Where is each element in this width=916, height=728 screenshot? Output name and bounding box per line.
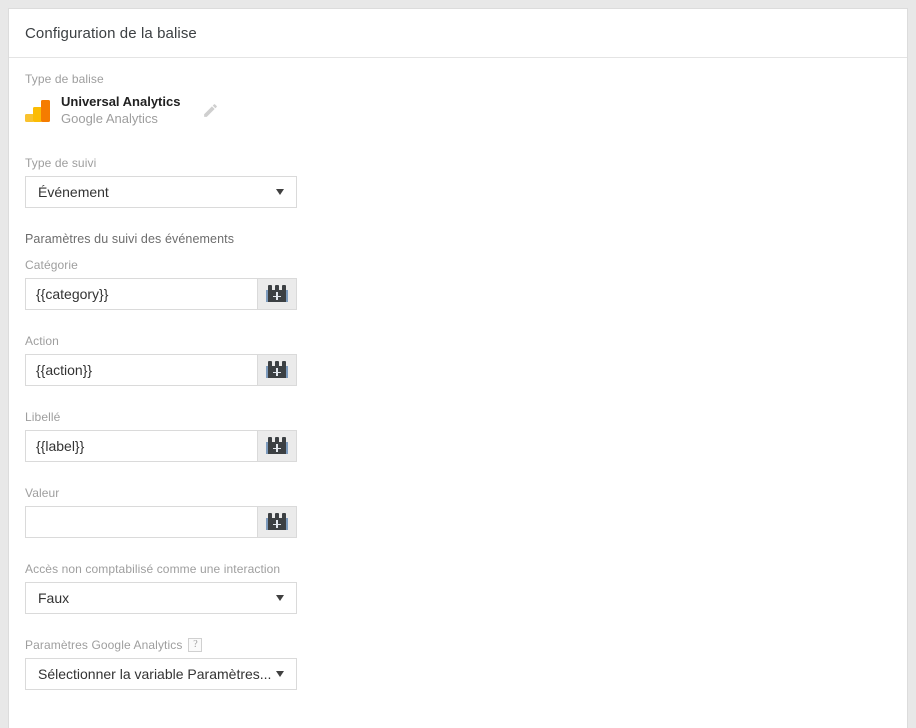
action-field-row xyxy=(25,353,297,386)
google-analytics-icon xyxy=(25,98,51,124)
tag-type-text: Universal Analytics Google Analytics xyxy=(61,94,180,128)
value-field-row xyxy=(25,505,297,538)
chevron-down-icon xyxy=(276,594,284,601)
category-input[interactable] xyxy=(25,277,257,310)
category-field-row xyxy=(25,277,297,310)
label-variable-button[interactable] xyxy=(257,429,297,462)
non-interaction-label: Accès non comptabilisé comme une interac… xyxy=(25,561,281,576)
card-body: Type de balise Universal Analytics Googl… xyxy=(9,58,907,690)
tag-type-vendor: Google Analytics xyxy=(61,110,158,126)
pencil-icon xyxy=(204,104,217,118)
category-field-block: Catégorie xyxy=(25,258,891,310)
ga-settings-label: Paramètres Google Analytics xyxy=(25,637,183,652)
event-params-heading: Paramètres du suivi des événements xyxy=(25,231,235,246)
tracking-type-value: Événement xyxy=(38,183,109,200)
action-input[interactable] xyxy=(25,353,257,386)
value-label: Valeur xyxy=(25,485,60,500)
edit-tag-type-button[interactable] xyxy=(198,99,222,123)
category-label: Catégorie xyxy=(25,257,78,272)
tag-type-row: Universal Analytics Google Analytics xyxy=(25,94,891,128)
non-interaction-value: Faux xyxy=(38,589,70,606)
label-field-row xyxy=(25,429,297,462)
ga-settings-block: Paramètres Google Analytics ? Sélectionn… xyxy=(25,637,891,690)
lego-brick-variable-icon xyxy=(266,513,288,531)
page-title: Configuration de la balise xyxy=(25,24,197,42)
category-variable-button[interactable] xyxy=(257,277,297,310)
action-field-block: Action xyxy=(25,334,891,386)
tracking-type-label: Type de suivi xyxy=(25,155,97,170)
tag-type-name: Universal Analytics xyxy=(61,94,181,109)
non-interaction-select[interactable]: Faux xyxy=(25,581,297,614)
tag-type-section-label: Type de balise xyxy=(25,72,104,86)
lego-brick-variable-icon xyxy=(266,285,288,303)
help-icon[interactable]: ? xyxy=(188,637,203,652)
value-input[interactable] xyxy=(25,505,257,538)
ga-settings-value: Sélectionner la variable Paramètres... xyxy=(38,665,272,682)
chevron-down-icon xyxy=(276,188,284,195)
action-label: Action xyxy=(25,333,59,348)
tag-configuration-card: Configuration de la balise Type de balis… xyxy=(8,8,908,728)
tracking-type-select[interactable]: Événement xyxy=(25,175,297,208)
lego-brick-variable-icon xyxy=(266,437,288,455)
tracking-type-block: Type de suivi Événement xyxy=(25,156,891,208)
value-field-block: Valeur xyxy=(25,486,891,538)
ga-settings-label-row: Paramètres Google Analytics ? xyxy=(25,637,891,652)
value-variable-button[interactable] xyxy=(257,505,297,538)
card-header: Configuration de la balise xyxy=(9,9,907,58)
label-label: Libellé xyxy=(25,409,61,424)
lego-brick-variable-icon xyxy=(266,361,288,379)
label-field-block: Libellé xyxy=(25,410,891,462)
action-variable-button[interactable] xyxy=(257,353,297,386)
ga-settings-select[interactable]: Sélectionner la variable Paramètres... xyxy=(25,657,297,690)
chevron-down-icon xyxy=(276,670,284,677)
label-input[interactable] xyxy=(25,429,257,462)
non-interaction-block: Accès non comptabilisé comme une interac… xyxy=(25,562,891,614)
